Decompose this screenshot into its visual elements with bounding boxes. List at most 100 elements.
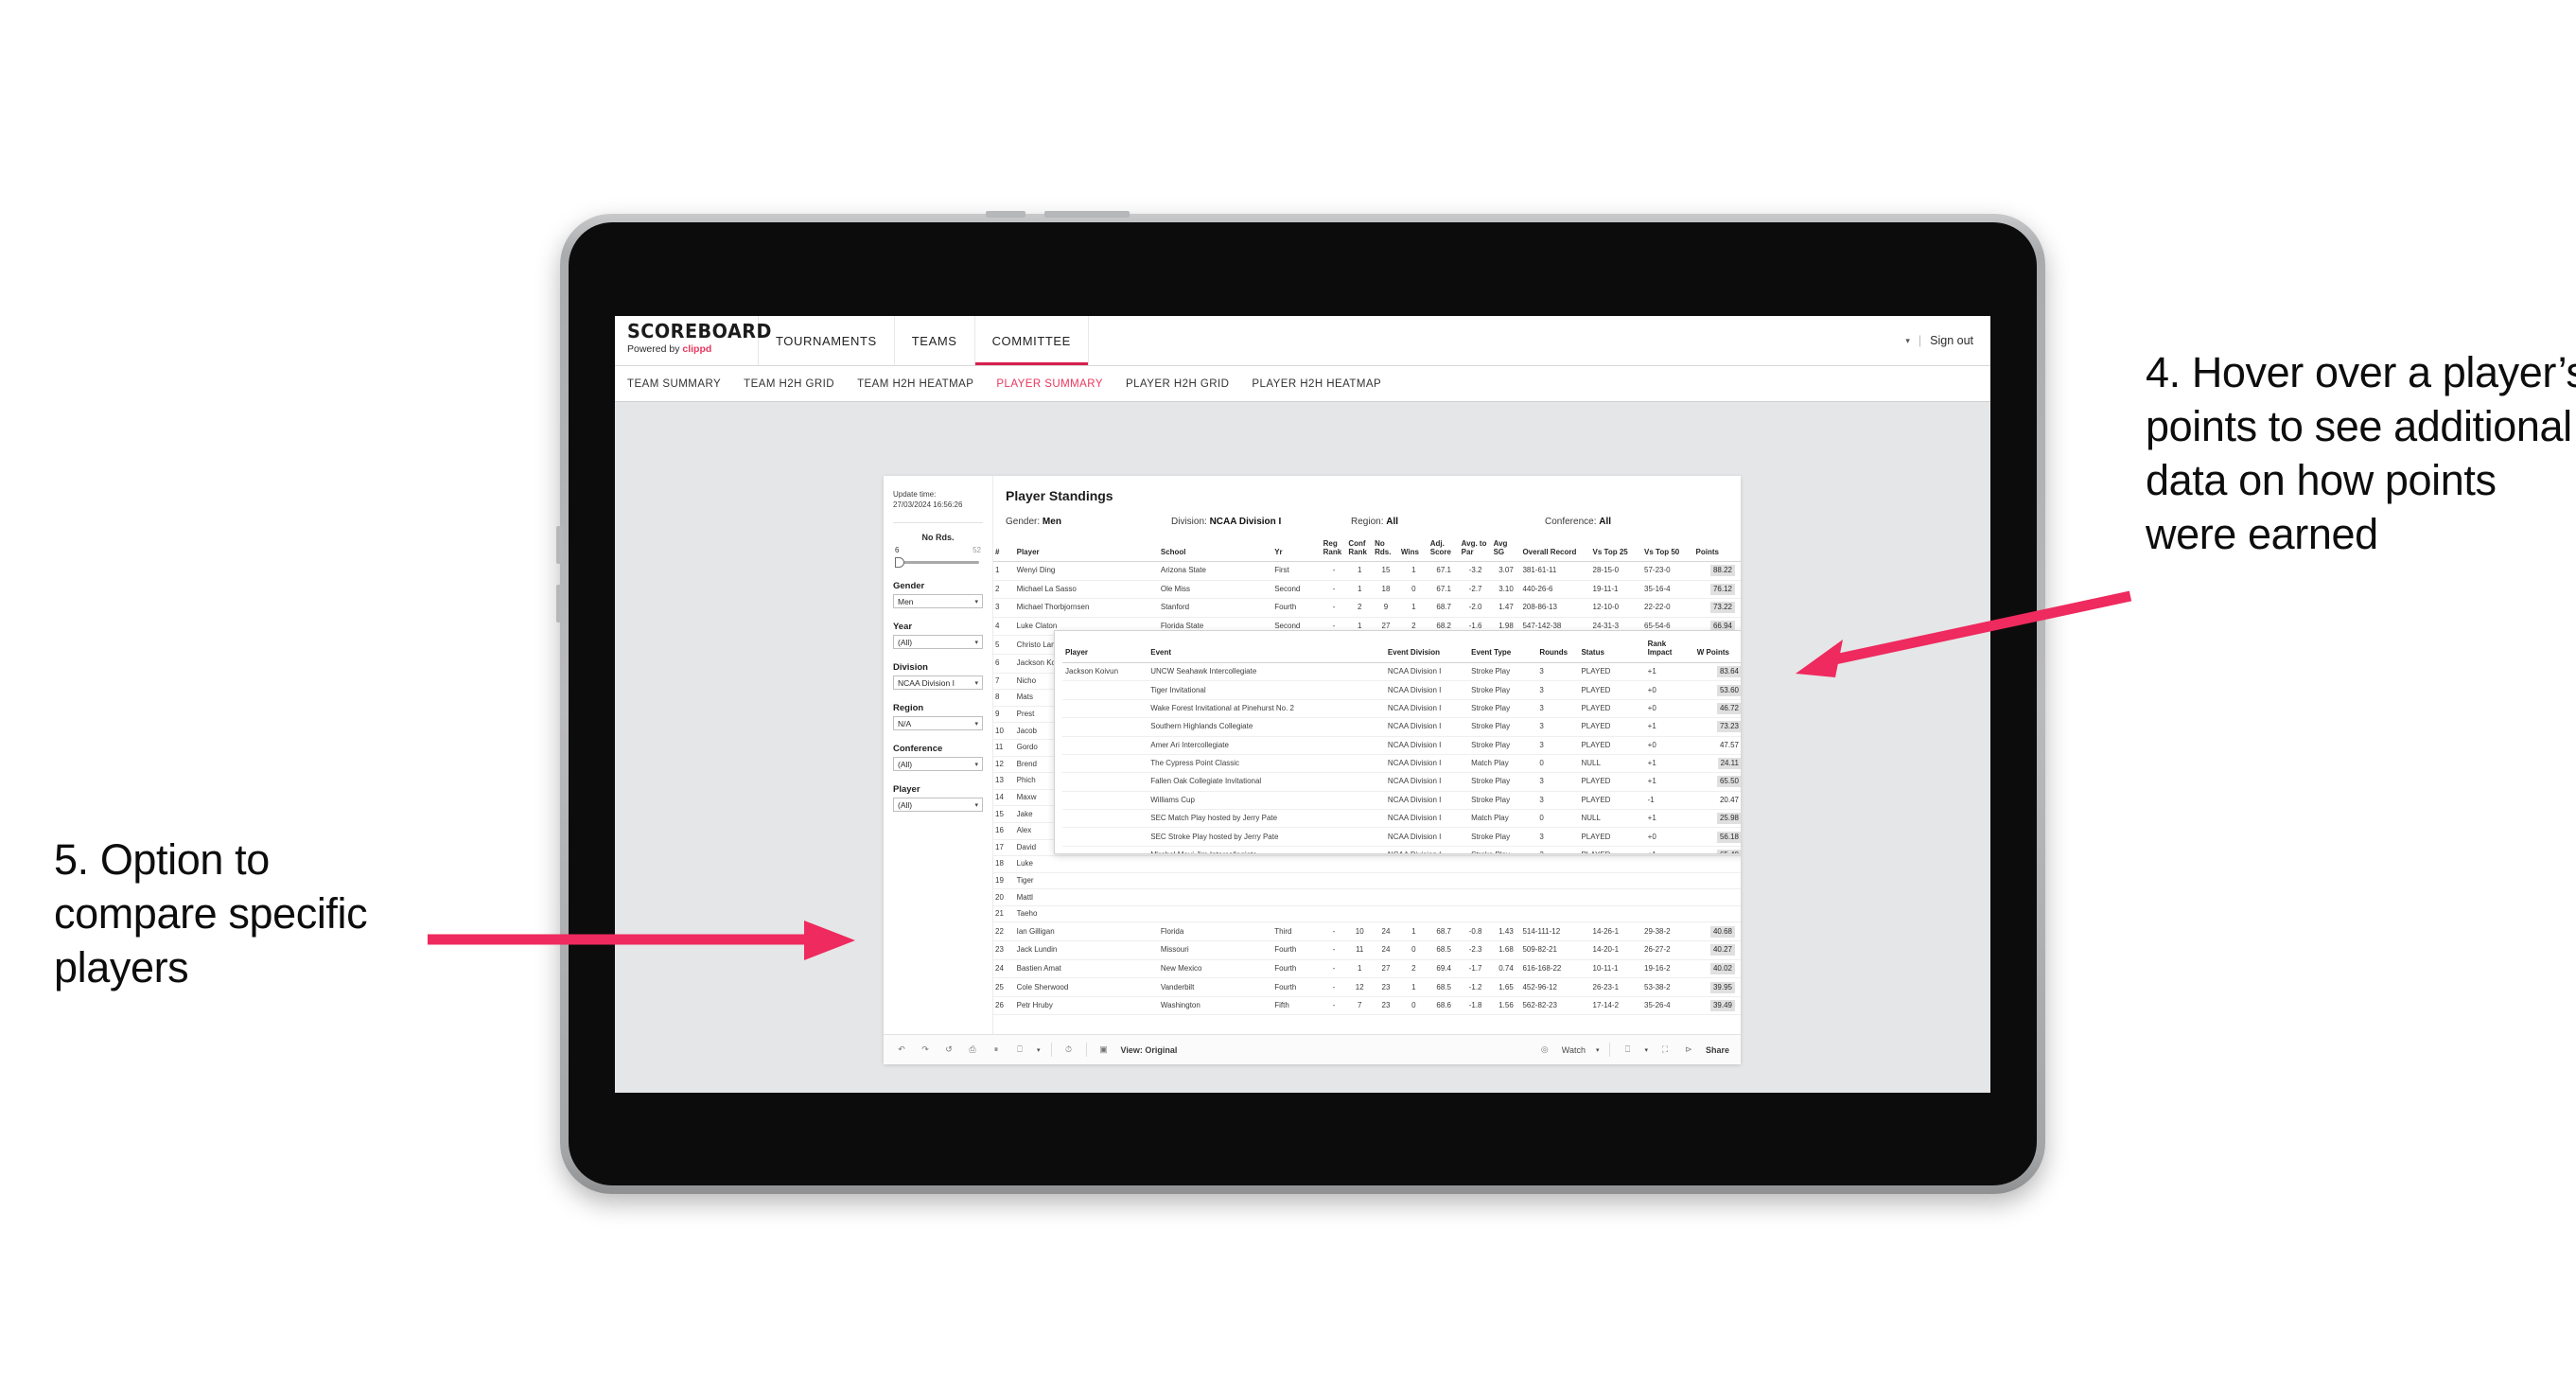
- tt-col-w-points: W Points: [1693, 638, 1741, 663]
- no-rounds-slider[interactable]: [893, 556, 983, 568]
- chevron-down-icon[interactable]: ▾: [1596, 1046, 1600, 1054]
- col-vs-top-50[interactable]: Vs Top 50: [1642, 536, 1694, 562]
- nav-item-tournaments[interactable]: TOURNAMENTS: [759, 316, 895, 365]
- col-year[interactable]: Yr: [1272, 536, 1322, 562]
- filter-division-select[interactable]: NCAA Division I ▾: [893, 675, 983, 690]
- table-row[interactable]: 1 Wenyi Ding Arizona State First -1 15 1 67.1 -3…: [993, 561, 1741, 581]
- subnav-team-h2h-heatmap[interactable]: TEAM H2H HEATMAP: [857, 378, 973, 390]
- filter-conference-label: Conference: [893, 744, 943, 754]
- nav-item-teams[interactable]: TEAMS: [895, 316, 975, 365]
- row-reg-rank: -: [1321, 977, 1347, 997]
- row-avg-sg: 1.65: [1491, 977, 1521, 997]
- chevron-down-icon[interactable]: ▾: [1037, 1046, 1041, 1054]
- watch-icon[interactable]: ◎: [1538, 1044, 1551, 1057]
- col-vs-top-25[interactable]: Vs Top 25: [1590, 536, 1643, 562]
- export-icon[interactable]: ⎕: [1013, 1044, 1026, 1057]
- slider-track[interactable]: [897, 561, 979, 564]
- col-school[interactable]: School: [1158, 536, 1273, 562]
- table-row[interactable]: 24 Bastien Amat New Mexico Fourth -1 27 2 69.4-…: [993, 959, 1741, 979]
- nav-item-committee[interactable]: COMMITTEE: [974, 316, 1089, 365]
- row-points[interactable]: [1693, 888, 1741, 906]
- table-row[interactable]: 2 Michael La Sasso Ole Miss Second -1 18 0 67.1…: [993, 580, 1741, 600]
- table-row[interactable]: 26 Petr Hruby Washington Fifth -7 23 0 68.6 -1.8…: [993, 996, 1741, 1016]
- refresh-data-icon[interactable]: ⎙: [966, 1044, 979, 1057]
- col-overall-record[interactable]: Overall Record: [1520, 536, 1591, 562]
- side-button-lower[interactable]: [556, 585, 563, 623]
- row-player: Michael Thorbjornsen: [1014, 598, 1159, 618]
- subnav-player-h2h-heatmap[interactable]: PLAYER H2H HEATMAP: [1252, 378, 1381, 390]
- pause-updates-icon[interactable]: ⏸: [990, 1044, 1003, 1057]
- row-avg-sg: 3.07: [1491, 561, 1521, 581]
- watch-label[interactable]: Watch: [1562, 1045, 1586, 1055]
- col-player[interactable]: Player: [1014, 536, 1159, 562]
- fullscreen-icon[interactable]: ⛶: [1658, 1044, 1672, 1057]
- row-points[interactable]: [1693, 905, 1741, 923]
- undo-icon[interactable]: ↶: [895, 1044, 908, 1057]
- view-original-label[interactable]: View: Original: [1121, 1045, 1178, 1055]
- subnav-player-h2h-grid[interactable]: PLAYER H2H GRID: [1126, 378, 1229, 390]
- row-rank: 20: [993, 888, 1015, 906]
- chevron-down-icon[interactable]: ▾: [974, 598, 978, 605]
- chevron-down-icon[interactable]: ▾: [974, 639, 978, 646]
- brand-logo[interactable]: SCOREBOARD Powered by clippd: [615, 316, 771, 365]
- col-rank[interactable]: #: [993, 536, 1015, 562]
- filter-player-select[interactable]: (All) ▾: [893, 798, 983, 812]
- col-conf-rank[interactable]: Conf Rank: [1346, 536, 1374, 562]
- alert-icon[interactable]: ⏱: [1062, 1044, 1076, 1057]
- row-points[interactable]: 40.02: [1693, 959, 1741, 979]
- table-row[interactable]: 19 Tiger: [993, 872, 1741, 890]
- table-row[interactable]: 22 Ian Gilligan Florida Third -10 24 1 68.7 -0.8…: [993, 921, 1741, 942]
- chevron-down-icon[interactable]: ▾: [974, 801, 978, 809]
- chevron-down-icon[interactable]: ▾: [974, 720, 978, 728]
- tooltip-rounds: 3: [1536, 846, 1579, 853]
- filter-region-select[interactable]: N/A ▾: [893, 716, 983, 730]
- table-row[interactable]: 21 Taeho: [993, 905, 1741, 923]
- table-row[interactable]: 18 Luke: [993, 855, 1741, 873]
- col-wins[interactable]: Wins: [1398, 536, 1428, 562]
- chevron-down-icon[interactable]: ▾: [1905, 336, 1910, 346]
- row-rank: 22: [993, 921, 1015, 942]
- row-points[interactable]: 76.12: [1693, 580, 1741, 600]
- filter-year-select[interactable]: (All) ▾: [893, 635, 983, 649]
- table-row[interactable]: 25 Cole Sherwood Vanderbilt Fourth -12 23 1 68.…: [993, 977, 1741, 997]
- chevron-down-icon[interactable]: ▾: [1644, 1046, 1648, 1054]
- side-button-upper[interactable]: [556, 526, 563, 564]
- revert-icon[interactable]: ↺: [942, 1044, 955, 1057]
- table-row[interactable]: 3 Michael Thorbjornsen Stanford Fourth -2 9 1 6…: [993, 598, 1741, 618]
- filter-gender-select[interactable]: Men ▾: [893, 594, 983, 608]
- subnav-team-summary[interactable]: TEAM SUMMARY: [627, 378, 721, 390]
- device-layout-icon[interactable]: ⎕: [1621, 1044, 1634, 1057]
- subnav-player-summary[interactable]: PLAYER SUMMARY: [996, 378, 1103, 390]
- col-reg-rank[interactable]: Reg Rank: [1321, 536, 1347, 562]
- share-icon[interactable]: ⊳: [1682, 1044, 1695, 1057]
- row-points[interactable]: [1693, 855, 1741, 873]
- subnav-team-h2h-grid[interactable]: TEAM H2H GRID: [744, 378, 834, 390]
- sign-out-link[interactable]: Sign out: [1930, 334, 1973, 347]
- table-row[interactable]: 23 Jack Lundin Missouri Fourth -11 24 0 68.5 -2.…: [993, 940, 1741, 960]
- redo-icon[interactable]: ↷: [919, 1044, 932, 1057]
- row-points[interactable]: 39.95: [1693, 977, 1741, 997]
- col-points[interactable]: Points: [1693, 536, 1741, 562]
- volume-up-button[interactable]: [986, 211, 1025, 218]
- slider-handle[interactable]: [895, 557, 904, 568]
- filter-conference-select[interactable]: (All) ▾: [893, 757, 983, 771]
- row-points[interactable]: 39.49: [1693, 996, 1741, 1016]
- volume-down-button[interactable]: [1044, 211, 1130, 218]
- chevron-down-icon[interactable]: ▾: [974, 761, 978, 768]
- col-avg-sg[interactable]: Avg SG: [1491, 536, 1521, 562]
- col-adj-score[interactable]: Adj. Score: [1428, 536, 1460, 562]
- view-original-icon[interactable]: ▣: [1097, 1044, 1111, 1057]
- w-points-value: 20.47: [1719, 795, 1739, 804]
- share-label[interactable]: Share: [1706, 1045, 1729, 1055]
- col-no-rds[interactable]: No Rds.: [1373, 536, 1399, 562]
- col-avg-to-par[interactable]: Avg. to Par: [1459, 536, 1492, 562]
- chevron-down-icon[interactable]: ▾: [974, 679, 978, 687]
- row-points[interactable]: 73.22: [1693, 598, 1741, 618]
- table-row[interactable]: 20 Mattl: [993, 888, 1741, 906]
- tooltip-w-points: 65.50: [1693, 772, 1741, 792]
- row-points[interactable]: [1693, 872, 1741, 890]
- row-points[interactable]: 40.27: [1693, 940, 1741, 960]
- row-points[interactable]: 40.68: [1693, 921, 1741, 942]
- row-avg-sg: 1.43: [1491, 921, 1521, 942]
- row-points[interactable]: 88.22: [1693, 561, 1741, 581]
